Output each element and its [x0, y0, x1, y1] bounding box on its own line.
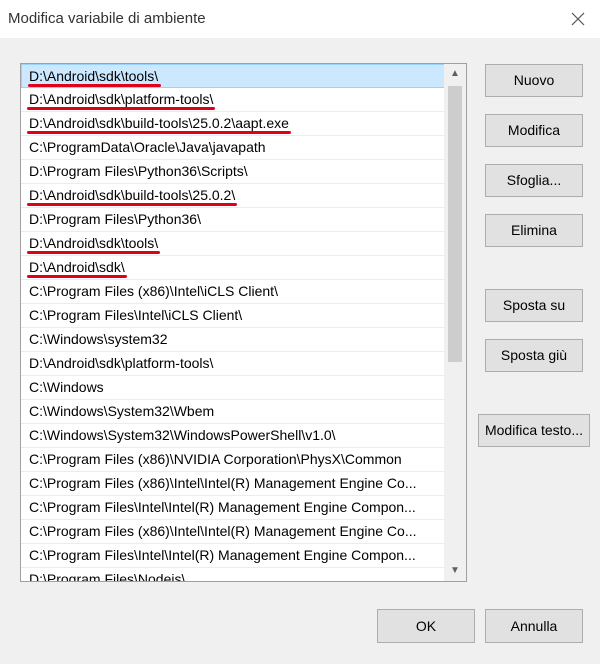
path-list-item[interactable]: C:\Program Files (x86)\Intel\iCLS Client… — [21, 280, 445, 304]
path-text: C:\Program Files\Intel\iCLS Client\ — [29, 307, 243, 323]
edit-text-button[interactable]: Modifica testo... — [478, 414, 590, 447]
scroll-up-arrow-icon[interactable]: ▲ — [448, 66, 462, 82]
path-text: C:\Program Files (x86)\Intel\Intel(R) Ma… — [29, 523, 417, 539]
path-text: D:\Program Files\Python36\ — [29, 211, 201, 227]
path-text: C:\Program Files\Intel\Intel(R) Manageme… — [29, 547, 416, 563]
path-list-item[interactable]: C:\Windows\System32\WindowsPowerShell\v1… — [21, 424, 445, 448]
path-text: D:\Android\sdk\ — [29, 259, 125, 275]
path-list-item[interactable]: D:\Android\sdk\build-tools\25.0.2\aapt.e… — [21, 112, 445, 136]
path-text: D:\Android\sdk\platform-tools\ — [29, 355, 214, 371]
path-text: C:\Program Files (x86)\Intel\Intel(R) Ma… — [29, 475, 417, 491]
path-text: D:\Android\sdk\platform-tools\ — [29, 91, 214, 107]
path-list-item[interactable]: C:\Windows\system32 — [21, 328, 445, 352]
close-icon[interactable] — [568, 9, 588, 29]
path-list-item[interactable]: D:\Program Files\Python36\ — [21, 208, 445, 232]
path-list-item[interactable]: C:\Program Files\Intel\iCLS Client\ — [21, 304, 445, 328]
path-list-item[interactable]: C:\Program Files (x86)\NVIDIA Corporatio… — [21, 448, 445, 472]
red-underline-annotation — [27, 251, 160, 254]
red-underline-annotation — [27, 107, 215, 110]
path-list-item[interactable]: D:\Android\sdk\tools\ — [21, 232, 445, 256]
new-button[interactable]: Nuovo — [485, 64, 583, 97]
path-text: C:\Windows\System32\Wbem — [29, 403, 215, 419]
path-text: D:\Program Files\Python36\Scripts\ — [29, 163, 248, 179]
path-list-items: D:\Android\sdk\tools\ D:\Android\sdk\plat… — [21, 64, 445, 582]
path-text: C:\Windows\system32 — [29, 331, 168, 347]
browse-button[interactable]: Sfoglia... — [485, 164, 583, 197]
title-bar: Modifica variabile di ambiente — [0, 0, 600, 38]
scroll-down-arrow-icon[interactable]: ▼ — [448, 563, 462, 579]
path-list[interactable]: D:\Android\sdk\tools\ D:\Android\sdk\plat… — [20, 63, 467, 582]
path-text: D:\Android\sdk\tools\ — [29, 235, 159, 251]
path-text: C:\Program Files\Intel\Intel(R) Manageme… — [29, 499, 416, 515]
path-text: C:\Windows\System32\WindowsPowerShell\v1… — [29, 427, 336, 443]
path-list-item[interactable]: D:\Program Files\Nodejs\ — [21, 568, 445, 582]
path-list-item[interactable]: C:\ProgramData\Oracle\Java\javapath — [21, 136, 445, 160]
path-list-item[interactable]: D:\Program Files\Python36\Scripts\ — [21, 160, 445, 184]
move-down-button[interactable]: Sposta giù — [485, 339, 583, 372]
path-list-item[interactable]: C:\Program Files\Intel\Intel(R) Manageme… — [21, 496, 445, 520]
path-list-item[interactable]: D:\Android\sdk\platform-tools\ — [21, 352, 445, 376]
path-text: D:\Program Files\Nodejs\ — [29, 571, 186, 582]
path-list-item[interactable]: C:\Program Files\Intel\Intel(R) Manageme… — [21, 544, 445, 568]
path-text: D:\Android\sdk\build-tools\25.0.2\ — [29, 187, 236, 203]
red-underline-annotation — [27, 275, 127, 278]
path-list-item[interactable]: C:\Program Files (x86)\Intel\Intel(R) Ma… — [21, 520, 445, 544]
path-list-item[interactable]: C:\Windows — [21, 376, 445, 400]
vertical-scrollbar[interactable]: ▲ ▼ — [444, 64, 466, 581]
path-list-item[interactable]: D:\Android\sdk\tools\ — [21, 64, 445, 88]
path-list-item[interactable]: D:\Android\sdk\build-tools\25.0.2\ — [21, 184, 445, 208]
path-text: C:\Windows — [29, 379, 104, 395]
path-text: D:\Android\sdk\tools\ — [29, 68, 159, 84]
ok-button[interactable]: OK — [377, 609, 475, 643]
cancel-button[interactable]: Annulla — [485, 609, 583, 643]
path-list-item[interactable]: D:\Android\sdk\platform-tools\ — [21, 88, 445, 112]
path-text: D:\Android\sdk\build-tools\25.0.2\aapt.e… — [29, 115, 289, 131]
path-text: C:\Program Files (x86)\NVIDIA Corporatio… — [29, 451, 402, 467]
red-underline-annotation — [27, 203, 237, 206]
path-list-item[interactable]: C:\Windows\System32\Wbem — [21, 400, 445, 424]
move-up-button[interactable]: Sposta su — [485, 289, 583, 322]
scrollbar-thumb[interactable] — [448, 86, 462, 362]
path-list-item[interactable]: D:\Android\sdk\ — [21, 256, 445, 280]
red-underline-annotation — [28, 84, 161, 87]
path-list-item[interactable]: C:\Program Files (x86)\Intel\Intel(R) Ma… — [21, 472, 445, 496]
edit-button[interactable]: Modifica — [485, 114, 583, 147]
window-title: Modifica variabile di ambiente — [8, 10, 206, 27]
path-text: C:\ProgramData\Oracle\Java\javapath — [29, 139, 266, 155]
path-text: C:\Program Files (x86)\Intel\iCLS Client… — [29, 283, 278, 299]
red-underline-annotation — [27, 131, 291, 134]
delete-button[interactable]: Elimina — [485, 214, 583, 247]
